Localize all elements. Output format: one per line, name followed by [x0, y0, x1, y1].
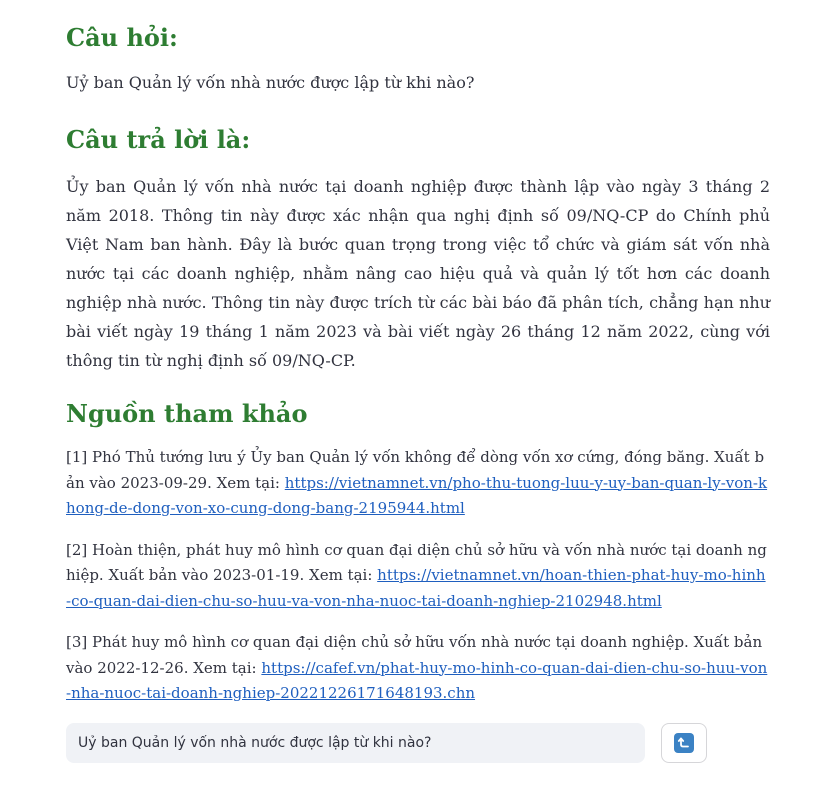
sources-heading: Nguồn tham khảo [66, 399, 308, 428]
question-heading: Câu hỏi: [66, 23, 178, 52]
return-arrow-icon [674, 733, 694, 753]
chat-input-bar [66, 723, 645, 763]
answer-heading: Câu trả lời là: [66, 125, 251, 154]
question-text: Uỷ ban Quản lý vốn nhà nước được lập từ … [66, 73, 475, 92]
source-item-3: [3] Phát huy mô hình cơ quan đại diện ch… [66, 630, 770, 707]
sources-list: [1] Phó Thủ tướng lưu ý Ủy ban Quản lý v… [66, 445, 770, 723]
send-button[interactable] [661, 723, 707, 763]
answer-text: Ủy ban Quản lý vốn nhà nước tại doanh ng… [66, 177, 770, 370]
source-item-2: [2] Hoàn thiện, phát huy mô hình cơ quan… [66, 538, 770, 615]
chat-input[interactable] [76, 734, 635, 752]
source-item-1: [1] Phó Thủ tướng lưu ý Ủy ban Quản lý v… [66, 445, 770, 522]
